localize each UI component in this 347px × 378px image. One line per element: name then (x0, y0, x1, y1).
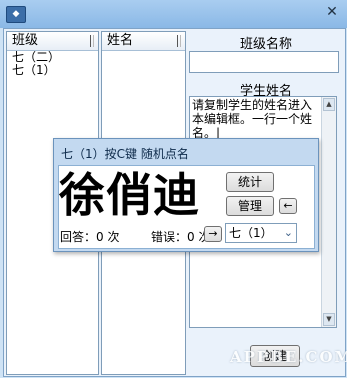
current-student-name: 徐俏迪 (59, 168, 200, 222)
class-name-label: 班级名称 (239, 37, 292, 52)
class-select[interactable]: 七（1） ⌄ (225, 223, 297, 243)
roll-call-dialog[interactable]: 七（1）按C键 随机点名 徐俏迪 统计 管理 ← 回答：0 次 错误：0 次 →… (53, 138, 319, 252)
name-list-header-label: 姓名 (107, 33, 134, 48)
error-count: 错误：0 次 (151, 230, 211, 244)
class-list-header-label: 班级 (12, 33, 39, 48)
scroll-down-icon[interactable]: ▼ (323, 313, 335, 326)
previous-arrow-button[interactable]: ← (279, 198, 297, 214)
column-resize-handle[interactable] (90, 35, 94, 47)
scroll-up-icon[interactable]: ▲ (323, 98, 335, 111)
stats-button[interactable]: 统计 (226, 172, 274, 192)
close-button[interactable]: ✕ (323, 3, 341, 21)
dialog-body: 徐俏迪 统计 管理 ← 回答：0 次 错误：0 次 → 七（1） ⌄ (58, 165, 315, 249)
class-list-header[interactable]: 班级 (7, 32, 98, 51)
column-resize-handle[interactable] (177, 35, 181, 47)
chevron-down-icon[interactable]: ⌄ (284, 224, 293, 242)
name-list-header[interactable]: 姓名 (102, 32, 185, 51)
class-select-value: 七（1） (229, 226, 273, 240)
vertical-scrollbar[interactable]: ▲ ▼ (321, 97, 336, 327)
student-names-text: 请复制学生的姓名进入本编辑框。一行一个姓名。| (192, 98, 313, 140)
class-name-input[interactable] (189, 51, 339, 73)
app-icon: ◆ (6, 6, 26, 23)
answer-count: 回答：0 次 (60, 230, 120, 244)
list-item[interactable]: 七（1） (7, 64, 98, 77)
next-arrow-button[interactable]: → (204, 226, 222, 242)
watermark: APPBE.COM (230, 348, 347, 366)
title-bar: ◆ ✕ (0, 0, 347, 28)
manage-button[interactable]: 管理 (226, 196, 274, 216)
dialog-title: 七（1）按C键 随机点名 (61, 147, 189, 161)
